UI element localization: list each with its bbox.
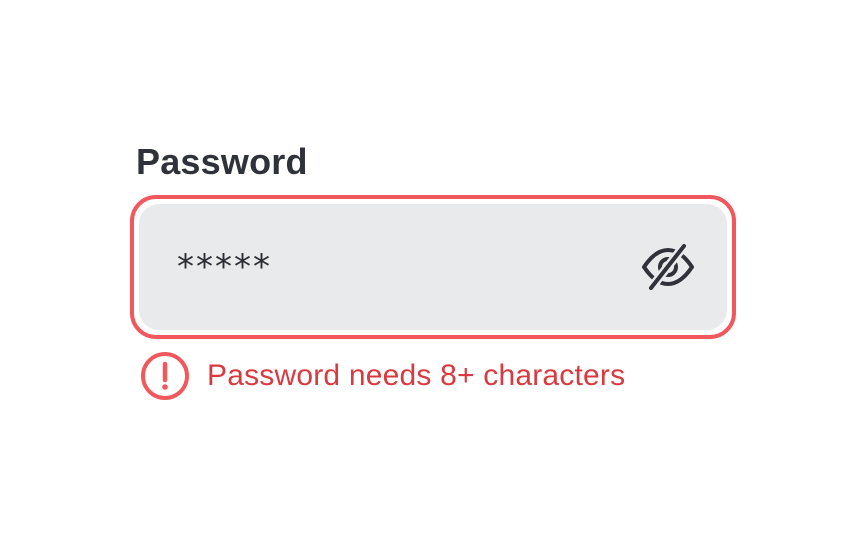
password-input-container[interactable]: ***** [130, 195, 736, 339]
exclamation-circle-icon [141, 352, 189, 400]
password-input-value: ***** [177, 247, 272, 287]
error-message: Password needs 8+ characters [140, 351, 625, 401]
password-label: Password [136, 141, 308, 182]
eye-slash-icon[interactable] [639, 242, 697, 292]
error-text: Password needs 8+ characters [207, 359, 626, 392]
password-input[interactable]: ***** [139, 204, 727, 330]
